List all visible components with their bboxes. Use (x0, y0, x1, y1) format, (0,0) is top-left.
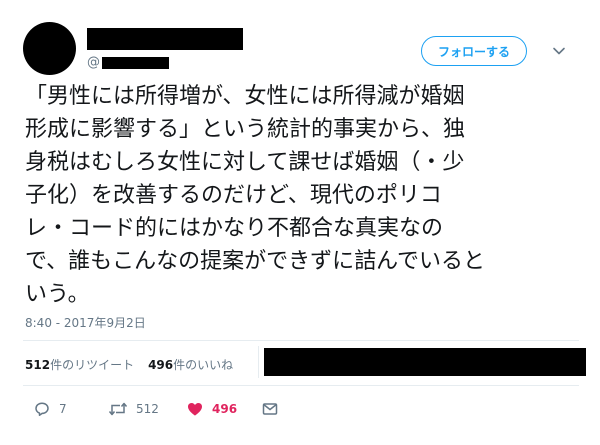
avatar[interactable] (23, 22, 76, 75)
handle: @ (87, 55, 169, 70)
caret-down-icon[interactable] (552, 44, 566, 58)
retweets-label: 件のリツイート (50, 358, 135, 372)
stats-separator (258, 346, 259, 378)
likes-label: 件のいいね (173, 358, 234, 372)
divider-top (23, 340, 579, 341)
handle-redacted (102, 56, 169, 69)
tweet-timestamp[interactable]: 8:40 - 2017年9月2日 (25, 314, 146, 331)
likers-avatars-redacted (264, 348, 586, 376)
divider-bottom (23, 385, 579, 386)
retweet-button[interactable]: 512 (108, 400, 159, 418)
reply-icon (35, 402, 49, 417)
likes-count: 496 (148, 358, 174, 372)
message-icon (262, 403, 278, 415)
retweets-stat[interactable]: 512件のリツイート (25, 356, 134, 373)
reply-count: 7 (59, 402, 67, 416)
handle-prefix: @ (87, 55, 100, 70)
display-name-redacted[interactable] (87, 28, 243, 50)
retweet-icon (108, 402, 128, 416)
heart-icon (188, 403, 202, 416)
reply-button[interactable]: 7 (33, 400, 67, 418)
follow-button[interactable]: フォローする (421, 36, 527, 66)
tweet-text: 「男性には所得増が、女性には所得減が婚姻 形成に影響する」という統計的事実から、… (25, 84, 486, 307)
like-count: 496 (212, 402, 238, 416)
like-button[interactable]: 496 (186, 400, 237, 418)
retweet-count: 512 (136, 402, 159, 416)
direct-message-button[interactable] (261, 400, 279, 418)
likes-stat[interactable]: 496件のいいね (148, 356, 233, 373)
tweet-actions: 7 512 496 (0, 400, 600, 420)
retweets-count: 512 (25, 358, 51, 372)
tweet-stats: 512件のリツイート 496件のいいね (25, 356, 247, 373)
